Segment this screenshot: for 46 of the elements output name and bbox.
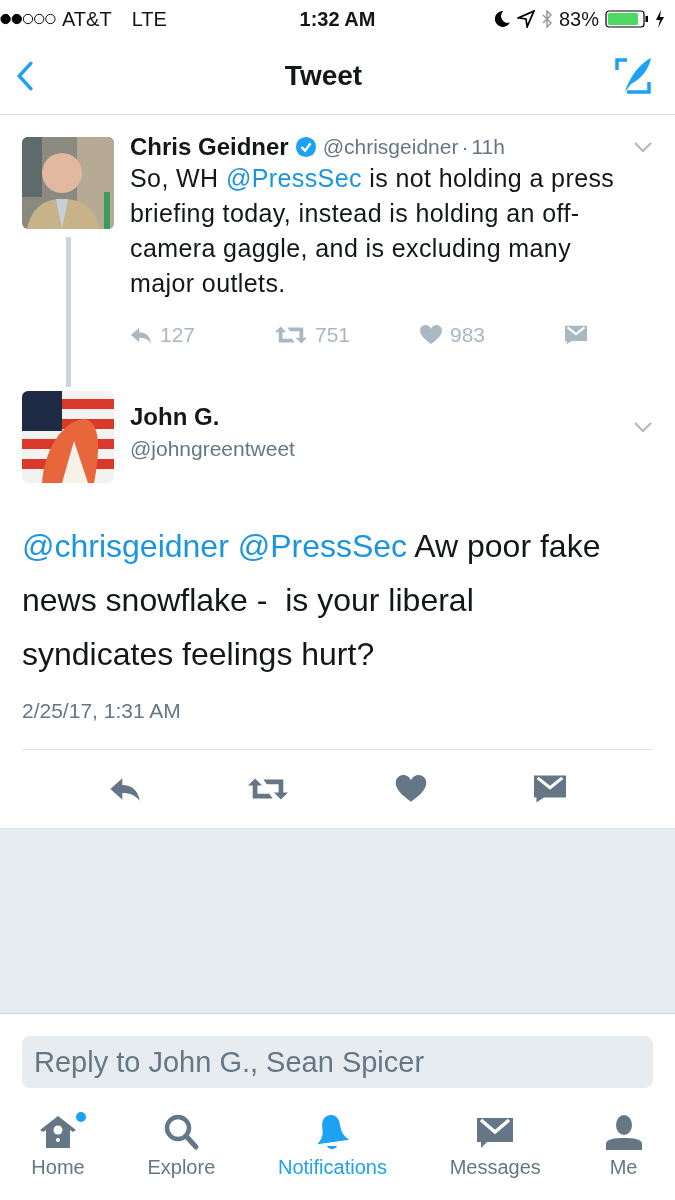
tweet-timestamp: 2/25/17, 1:31 AM: [22, 699, 653, 750]
message-button[interactable]: [565, 323, 587, 347]
retweet-icon: [275, 325, 307, 345]
network-text: LTE: [131, 7, 167, 31]
envelope-icon: [533, 775, 566, 803]
separator-dot: ·: [461, 135, 469, 159]
tab-bar-item[interactable]: Messages: [445, 1112, 545, 1196]
action-count: 127: [160, 323, 196, 347]
tab-bar-item[interactable]: Home: [27, 1112, 89, 1196]
notification-dot: [76, 1112, 87, 1122]
action-count: 751: [315, 323, 351, 347]
chevron-down-icon[interactable]: [633, 421, 653, 433]
battery-icon: [605, 10, 649, 28]
tab-bar-item[interactable]: Me: [599, 1112, 648, 1196]
reply-icon: [130, 325, 152, 345]
person-icon: [603, 1112, 644, 1152]
tweet-text: @chrisgeidner @PressSec Aw poor fake news snowflake - is your liberal syndicates feelings hurt?: [22, 527, 602, 674]
carrier-text: AT&T: [62, 7, 112, 31]
moon-icon: [492, 10, 511, 28]
envelope-icon: [565, 325, 587, 345]
author-handle: @johngreentweet: [130, 437, 296, 461]
reply-button[interactable]: 127: [130, 323, 275, 347]
mention-link[interactable]: @PressSec: [237, 528, 408, 564]
heart-icon: [394, 775, 427, 803]
location-arrow-icon: [516, 10, 535, 28]
tweet-text: So, WH @PressSec is not holding a press briefing today, instead is holding an off-camera gaggle, and is excluding many major outlets.: [130, 163, 616, 299]
retweet-button[interactable]: 751: [275, 323, 420, 347]
chevron-down-icon[interactable]: [633, 141, 653, 153]
bluetooth-icon: [540, 10, 553, 28]
signal-icon: [0, 13, 56, 25]
mention-link[interactable]: @chrisgeidner: [22, 528, 229, 564]
battery-percent: 83%: [558, 7, 599, 31]
reply-field[interactable]: Reply to John G., Sean Spicer: [22, 1036, 653, 1088]
author-name: Chris Geidner: [130, 133, 289, 161]
mention-link[interactable]: @PressSec: [225, 164, 362, 192]
charging-bolt-icon: [655, 10, 665, 28]
tweet-age: 11h: [471, 135, 505, 159]
author-handle: @chrisgeidner: [322, 135, 459, 159]
tab-bar-item[interactable]: Notifications: [274, 1112, 391, 1196]
like-button[interactable]: 983: [420, 323, 565, 347]
clock-text: 1:32 AM: [299, 7, 376, 31]
tab-bar-item[interactable]: Explore: [143, 1112, 220, 1196]
screen-title: Tweet: [284, 60, 363, 92]
heart-icon: [420, 325, 442, 345]
action-count: 983: [450, 323, 486, 347]
author-name: John G.: [130, 403, 221, 431]
